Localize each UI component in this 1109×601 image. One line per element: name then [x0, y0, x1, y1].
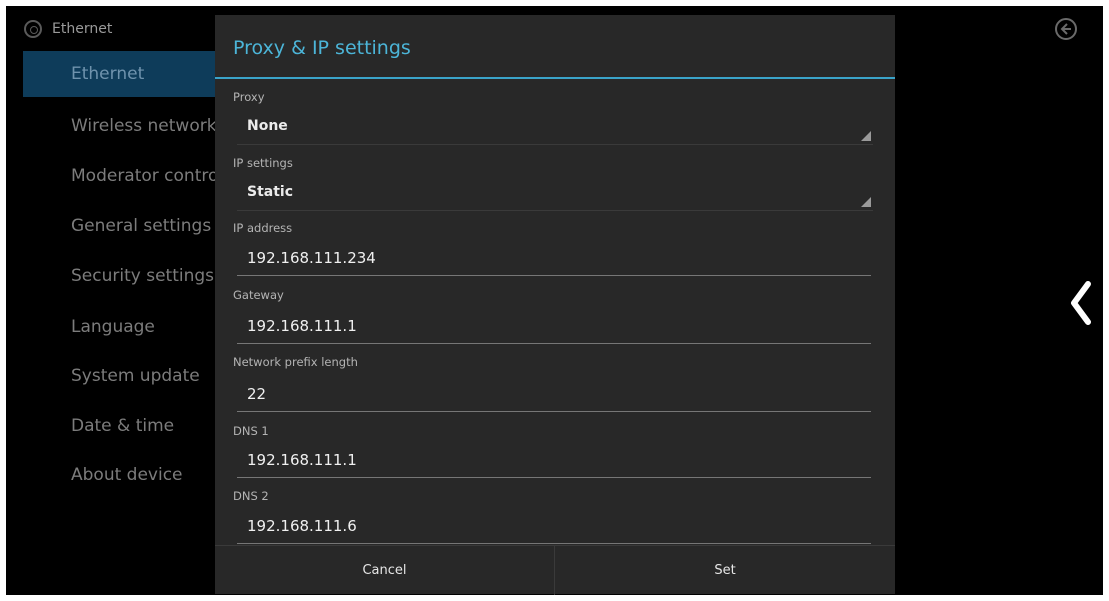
sidebar-item-wireless-networks[interactable]: Wireless networks: [23, 103, 243, 149]
dns1-input[interactable]: 192.168.111.1: [237, 443, 871, 478]
dns2-value: 192.168.111.6: [247, 517, 357, 535]
cancel-button[interactable]: Cancel: [215, 546, 555, 595]
sidebar-item-language[interactable]: Language: [23, 304, 243, 350]
spinner-triangle-icon: [861, 131, 871, 141]
sidebar-item-moderator-control[interactable]: Moderator control: [23, 153, 243, 199]
dns2-label: DNS 2: [233, 489, 269, 503]
sidebar-item-date-time[interactable]: Date & time: [23, 403, 243, 449]
sidebar-item-general-settings[interactable]: General settings: [23, 203, 243, 249]
back-icon[interactable]: [1055, 18, 1077, 40]
ip-address-value: 192.168.111.234: [247, 249, 376, 267]
sidebar-item-system-update[interactable]: System update: [23, 353, 243, 399]
ip-address-input[interactable]: 192.168.111.234: [237, 241, 871, 276]
dialog-title-divider: [215, 77, 895, 79]
dns2-input[interactable]: 192.168.111.6: [237, 509, 871, 544]
dns1-value: 192.168.111.1: [247, 451, 357, 469]
dialog-title: Proxy & IP settings: [233, 37, 411, 59]
gateway-label: Gateway: [233, 288, 284, 302]
dns1-label: DNS 1: [233, 424, 269, 438]
screen: Ethernet Ethernet Wireless networks Mode…: [6, 6, 1103, 595]
proxy-ip-settings-dialog: Proxy & IP settings Proxy None IP settin…: [215, 15, 895, 595]
spinner-triangle-icon: [861, 197, 871, 207]
proxy-label: Proxy: [233, 90, 265, 104]
sidebar: Ethernet Wireless networks Moderator con…: [6, 6, 243, 595]
dialog-button-bar: Cancel Set: [215, 545, 895, 595]
ip-settings-label: IP settings: [233, 156, 293, 170]
ip-settings-value: Static: [247, 184, 294, 200]
proxy-spinner[interactable]: None: [237, 114, 873, 145]
sidebar-item-security-settings[interactable]: Security settings: [23, 253, 243, 299]
set-button[interactable]: Set: [555, 546, 895, 595]
sidebar-item-ethernet[interactable]: Ethernet: [23, 51, 243, 97]
sidebar-item-about-device[interactable]: About device: [23, 452, 243, 498]
gateway-value: 192.168.111.1: [247, 317, 357, 335]
chevron-left-icon[interactable]: [1066, 278, 1096, 328]
proxy-value: None: [247, 118, 288, 134]
ip-address-label: IP address: [233, 221, 293, 235]
prefix-length-value: 22: [247, 385, 267, 403]
gateway-input[interactable]: 192.168.111.1: [237, 309, 871, 344]
prefix-length-input[interactable]: 22: [237, 377, 871, 412]
prefix-length-label: Network prefix length: [233, 355, 358, 369]
ip-settings-spinner[interactable]: Static: [237, 180, 873, 211]
